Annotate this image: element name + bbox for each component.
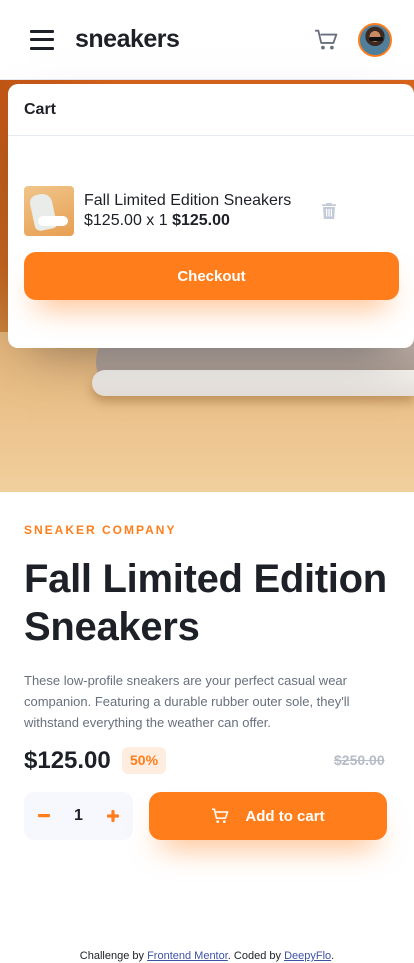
plus-icon[interactable] xyxy=(101,804,125,828)
logo[interactable]: sneakers xyxy=(75,27,180,52)
attribution: Challenge by Frontend Mentor. Coded by D… xyxy=(79,950,335,962)
checkout-button[interactable]: Checkout xyxy=(24,252,399,300)
cart-item-thumbnail xyxy=(24,186,74,236)
cart-item-total: $125.00 xyxy=(172,212,230,229)
cart-dropdown: Cart Fall Limited Edition Sneakers $125.… xyxy=(8,84,414,348)
cart-item-info: Fall Limited Edition Sneakers $125.00 x … xyxy=(84,191,291,231)
product-description: These low-profile sneakers are your perf… xyxy=(24,673,350,730)
sneaker-sole xyxy=(92,370,414,396)
cart-icon[interactable] xyxy=(314,29,338,51)
discount-badge: 50% xyxy=(122,747,167,774)
cart-item-name: Fall Limited Edition Sneakers xyxy=(84,192,292,209)
cart-item-unit-price: $125.00 x 1 xyxy=(84,212,168,229)
author-link[interactable]: DeepyFlo xyxy=(284,950,331,962)
avatar-sunglasses xyxy=(369,36,383,41)
add-to-cart-label: Add to cart xyxy=(245,807,325,825)
quantity-stepper: 1 xyxy=(24,792,133,840)
minus-icon[interactable] xyxy=(32,804,56,828)
add-to-cart-button[interactable]: Add to cart xyxy=(149,792,387,840)
product-title: Fall Limited Edition Sneakers xyxy=(24,557,387,649)
header-actions xyxy=(314,22,392,57)
company-name: SNEAKER COMPANY xyxy=(24,523,177,537)
site-header: sneakers xyxy=(0,0,414,80)
avatar[interactable] xyxy=(358,22,392,57)
current-price: $125.00 xyxy=(24,747,111,774)
cart-title: Cart xyxy=(8,84,414,136)
cart-item: Fall Limited Edition Sneakers $125.00 x … xyxy=(24,186,398,236)
quantity-value: 1 xyxy=(74,807,83,824)
frontend-mentor-link[interactable]: Frontend Mentor xyxy=(147,950,228,962)
cart-icon xyxy=(212,808,229,823)
menu-icon[interactable] xyxy=(30,29,54,50)
original-price: $250.00 xyxy=(334,752,385,768)
trash-icon[interactable] xyxy=(322,203,336,219)
